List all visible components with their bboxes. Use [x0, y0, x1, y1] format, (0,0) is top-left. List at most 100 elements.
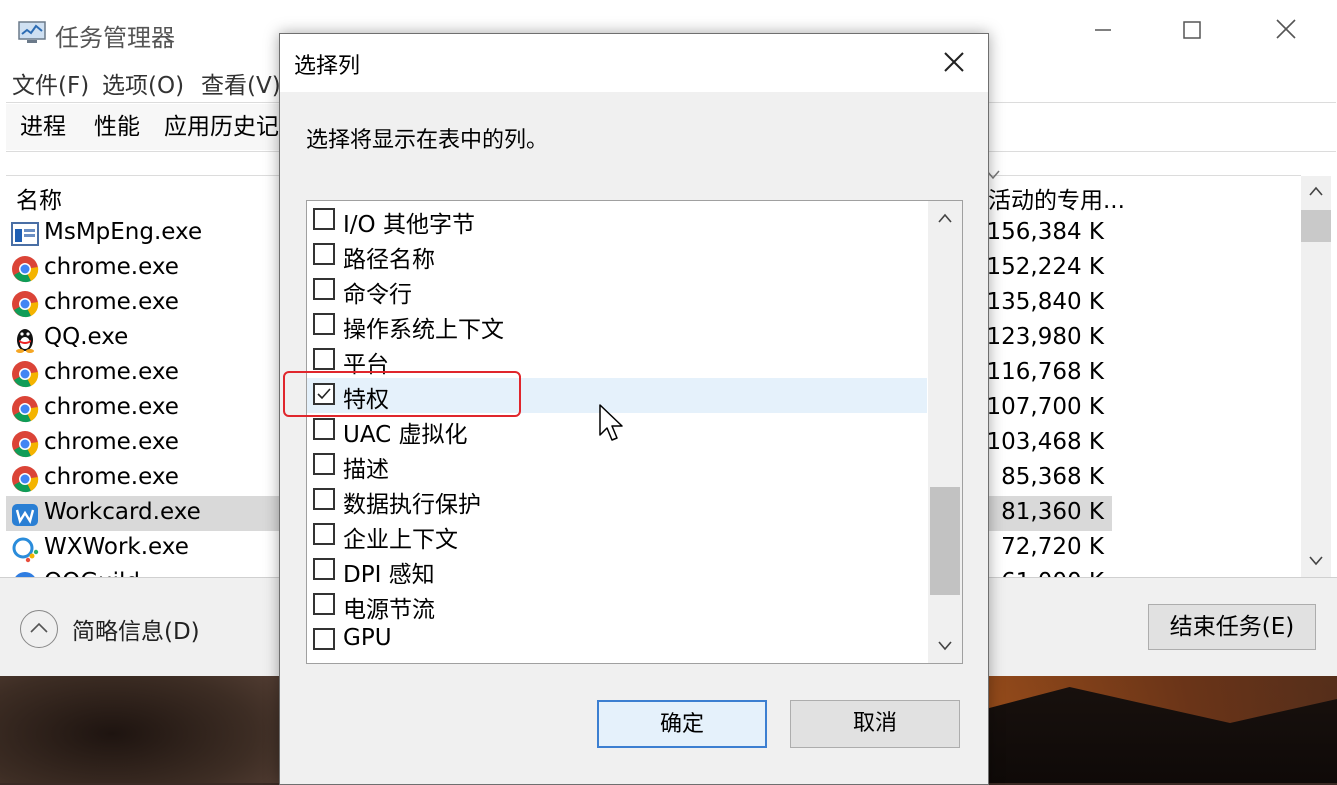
- checkbox[interactable]: [313, 208, 335, 230]
- column-option-label: 企业上下文: [343, 527, 458, 553]
- process-memory: 81,360 K: [1001, 499, 1104, 525]
- mouse-cursor-icon: [599, 404, 623, 441]
- column-option-label: UAC 虚拟化: [343, 422, 468, 448]
- chrome-icon: [11, 430, 39, 458]
- process-memory: 85,368 K: [1001, 464, 1104, 490]
- column-option[interactable]: 数据执行保护: [307, 483, 927, 518]
- process-name: chrome.exe: [44, 429, 179, 455]
- tab-processes[interactable]: 进程: [6, 104, 81, 150]
- checkbox[interactable]: [313, 558, 335, 580]
- scroll-up-icon[interactable]: [938, 213, 952, 223]
- process-memory: 116,768 K: [986, 359, 1104, 385]
- menu-file[interactable]: 文件(F): [12, 66, 89, 100]
- dialog-close-button[interactable]: [934, 42, 974, 82]
- process-name: chrome.exe: [44, 254, 179, 280]
- process-name: chrome.exe: [44, 464, 179, 490]
- column-option[interactable]: GPU: [307, 623, 927, 658]
- checkbox[interactable]: [313, 593, 335, 615]
- cancel-button[interactable]: 取消: [790, 700, 960, 748]
- checkbox[interactable]: [313, 453, 335, 475]
- process-memory: 72,720 K: [1001, 534, 1104, 560]
- process-name: WXWork.exe: [44, 534, 189, 560]
- column-option[interactable]: DPI 感知: [307, 553, 927, 588]
- process-name: chrome.exe: [44, 359, 179, 385]
- dialog-titlebar[interactable]: [280, 34, 988, 92]
- checkbox[interactable]: [313, 418, 335, 440]
- qq-icon: [11, 325, 39, 353]
- column-option[interactable]: 命令行: [307, 273, 927, 308]
- scroll-down-icon[interactable]: [1309, 556, 1323, 566]
- process-memory: 61,000 K: [1001, 569, 1104, 577]
- checkbox[interactable]: [313, 278, 335, 300]
- chevron-up-icon: [30, 622, 48, 633]
- column-option[interactable]: 描述: [307, 448, 927, 483]
- maximize-icon: [1183, 21, 1201, 39]
- close-icon: [1276, 19, 1296, 39]
- checklist-scrollbar[interactable]: [928, 201, 962, 663]
- process-memory: 103,468 K: [986, 429, 1104, 455]
- chrome-icon: [11, 395, 39, 423]
- wallpaper-shadow: [0, 660, 280, 783]
- process-memory: 152,224 K: [986, 254, 1104, 280]
- dialog-prompt: 选择将显示在表中的列。: [306, 128, 549, 153]
- checkbox[interactable]: [313, 313, 335, 335]
- scroll-down-icon[interactable]: [938, 641, 952, 651]
- column-header-memory[interactable]: 活动的专用...: [988, 181, 1125, 215]
- column-option-label: 命令行: [343, 282, 412, 308]
- chrome-icon: [11, 360, 39, 388]
- end-task-button[interactable]: 结束任务(E): [1148, 604, 1316, 650]
- scroll-thumb[interactable]: [1301, 210, 1331, 242]
- ok-button[interactable]: 确定: [597, 700, 767, 748]
- column-option-label: 操作系统上下文: [343, 317, 504, 343]
- tab-app-history[interactable]: 应用历史记: [150, 104, 294, 150]
- chrome-icon: [11, 255, 39, 283]
- minimize-button[interactable]: [1081, 14, 1125, 50]
- column-option-label: 电源节流: [343, 597, 435, 623]
- checkbox[interactable]: [313, 523, 335, 545]
- process-name: Workcard.exe: [44, 499, 201, 525]
- menu-options[interactable]: 选项(O): [102, 66, 184, 100]
- minimize-icon: [1095, 29, 1111, 31]
- annotation-highlight-box: [283, 371, 521, 417]
- process-list-scrollbar[interactable]: [1301, 176, 1331, 577]
- scroll-thumb[interactable]: [930, 487, 960, 595]
- defender-icon: [11, 220, 39, 248]
- fewer-details-button[interactable]: [20, 610, 58, 648]
- menu-view[interactable]: 查看(V): [201, 66, 281, 100]
- process-memory: 107,700 K: [986, 394, 1104, 420]
- process-memory: 156,384 K: [986, 219, 1104, 245]
- dialog-title: 选择列: [294, 54, 361, 79]
- column-header-name[interactable]: 名称: [16, 181, 62, 215]
- chrome-icon: [11, 465, 39, 493]
- checkbox[interactable]: [313, 628, 335, 650]
- checkbox[interactable]: [313, 488, 335, 510]
- column-option[interactable]: I/O 其他字节: [307, 203, 927, 238]
- column-option-label: 描述: [343, 457, 389, 483]
- scroll-up-icon[interactable]: [1309, 186, 1323, 196]
- task-manager-icon: [18, 21, 46, 43]
- column-option-label: 路径名称: [343, 247, 435, 273]
- maximize-button[interactable]: [1170, 14, 1214, 50]
- process-name: QQGuild...: [44, 569, 162, 577]
- process-name: chrome.exe: [44, 289, 179, 315]
- process-memory: 123,980 K: [986, 324, 1104, 350]
- workcard-icon: [11, 500, 39, 528]
- close-icon: [944, 52, 964, 72]
- tab-performance[interactable]: 性能: [80, 104, 155, 150]
- column-option[interactable]: 路径名称: [307, 238, 927, 273]
- chrome-icon: [11, 290, 39, 318]
- qqguild-icon: [11, 570, 39, 577]
- checkbox[interactable]: [313, 243, 335, 265]
- process-name: MsMpEng.exe: [44, 219, 203, 245]
- checkbox[interactable]: [313, 348, 335, 370]
- process-name: QQ.exe: [44, 324, 129, 350]
- column-option[interactable]: 企业上下文: [307, 518, 927, 553]
- column-option[interactable]: 操作系统上下文: [307, 308, 927, 343]
- close-window-button[interactable]: [1264, 14, 1308, 50]
- wxwork-icon: [11, 535, 39, 563]
- process-name: chrome.exe: [44, 394, 179, 420]
- column-option-label: GPU: [343, 625, 392, 651]
- column-option[interactable]: 电源节流: [307, 588, 927, 623]
- task-manager-title: 任务管理器: [55, 24, 175, 52]
- fewer-details-label[interactable]: 简略信息(D): [72, 612, 200, 646]
